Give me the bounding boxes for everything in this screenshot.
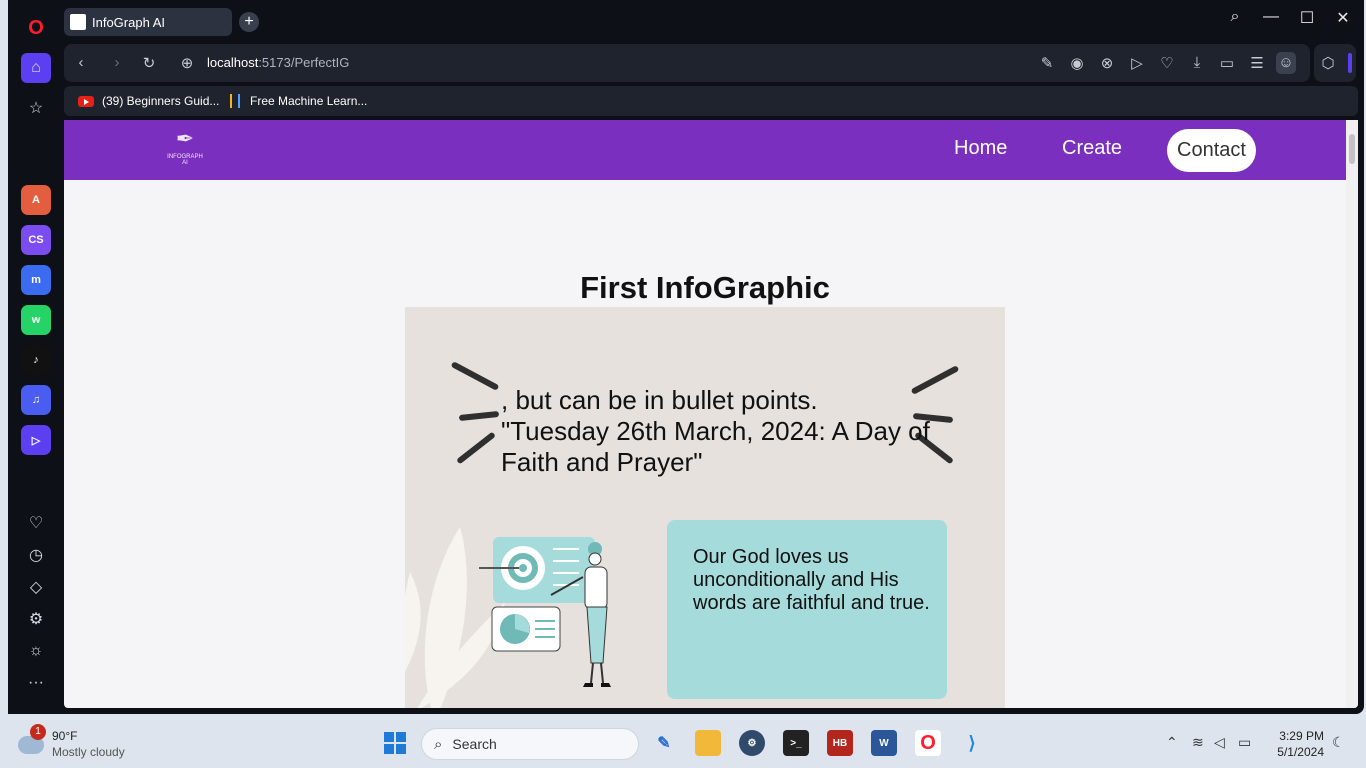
file-explorer-icon[interactable] — [695, 730, 721, 756]
maximize-button[interactable]: ☐ — [1292, 8, 1322, 28]
clock-date: 5/1/2024 — [1277, 745, 1324, 759]
url-text[interactable]: localhost:5173/PerfectIG — [207, 55, 349, 70]
back-icon[interactable]: ‹ — [71, 54, 91, 71]
taskbar-search[interactable]: ⌕ Search — [421, 728, 639, 760]
history-icon[interactable]: ◷ — [21, 540, 51, 570]
nav-create[interactable]: Create — [1062, 137, 1122, 160]
extensions-area[interactable]: ⬡ — [1314, 44, 1356, 82]
opera-sidebar: O ⌂ ☆ A CS m w ♪ ♫ ▷ ♡ ◷ ◇ ⚙ ☼ ··· — [8, 0, 64, 714]
taskbar-clock[interactable]: 3:29 PM 5/1/2024 — [1272, 728, 1324, 760]
aria-icon[interactable]: A — [21, 185, 51, 215]
nav-contact[interactable]: Contact — [1167, 129, 1256, 172]
minimize-button[interactable]: — — [1256, 8, 1286, 26]
page-viewport: ✒ INFOGRAPH AI Home Create Contact First… — [64, 120, 1358, 708]
vscode-icon[interactable]: ⟩ — [959, 730, 985, 756]
adblock-icon[interactable]: ⊗ — [1097, 54, 1117, 72]
infographic-card: , but can be in bullet points. "Tuesday … — [405, 307, 1005, 708]
star-icon[interactable]: ☆ — [21, 93, 51, 123]
burst-line — [458, 410, 500, 422]
tab-favicon-icon — [70, 14, 86, 30]
chatgpt-icon[interactable]: CS — [21, 225, 51, 255]
address-bar[interactable]: ‹ › ↻ ⊕ localhost:5173/PerfectIG ✎ ◉ ⊗ ▷… — [64, 44, 1310, 82]
quote-box: Our God loves us unconditionally and His… — [667, 520, 947, 699]
chevron-up-icon[interactable]: ⌃ — [1166, 734, 1178, 751]
whatsapp-icon[interactable]: w — [21, 305, 51, 335]
logo-subtext: AI — [182, 160, 188, 166]
settings-icon[interactable]: ⚙ — [21, 604, 51, 634]
camera-icon[interactable]: ◉ — [1067, 54, 1087, 72]
tab-title: InfoGraph AI — [92, 14, 165, 30]
bookmark-label: (39) Beginners Guid... — [102, 94, 220, 108]
volume-icon[interactable]: ◁ — [1214, 734, 1225, 751]
pen-app-icon[interactable]: ✎ — [651, 730, 677, 756]
quote-text: Our God loves us unconditionally and His… — [693, 546, 930, 614]
page-scrollbar[interactable] — [1346, 120, 1358, 708]
profile-icon[interactable]: ☺ — [1276, 52, 1296, 74]
bible-app-icon[interactable]: HB — [827, 730, 853, 756]
weather-desc: Mostly cloudy — [52, 745, 125, 759]
reload-icon[interactable]: ↻ — [139, 54, 159, 72]
download-icon[interactable]: ⤓ — [1187, 54, 1207, 71]
messenger-icon[interactable]: m — [21, 265, 51, 295]
cloud-icon: 1 — [18, 724, 46, 754]
weather-temp: 90°F — [52, 729, 78, 743]
search-placeholder: Search — [452, 736, 497, 752]
bookmark-label: Free Machine Learn... — [250, 94, 368, 108]
presenter-illustration — [479, 537, 611, 687]
search-tabs-icon[interactable]: ⌕ — [1220, 8, 1250, 26]
windows-start-icon[interactable] — [384, 732, 406, 754]
burst-line — [456, 431, 496, 465]
scrollbar-thumb[interactable] — [1349, 134, 1355, 164]
opera-logo-icon[interactable]: O — [21, 13, 51, 43]
page-title: First InfoGraphic — [580, 270, 830, 305]
extensions-cube-icon[interactable]: ⬡ — [1318, 54, 1338, 72]
bookmark-youtube[interactable]: (39) Beginners Guid... — [78, 94, 219, 108]
word-icon[interactable]: W — [871, 730, 897, 756]
site-navbar: ✒ INFOGRAPH AI Home Create Contact — [64, 120, 1346, 180]
clock-time: 3:29 PM — [1279, 729, 1324, 743]
more-icon[interactable]: ··· — [21, 668, 51, 698]
url-host: localhost — [207, 55, 259, 70]
close-button[interactable]: ✕ — [1328, 8, 1358, 28]
music-player-icon[interactable]: ♫ — [21, 385, 51, 415]
edit-icon[interactable]: ✎ — [1037, 54, 1057, 72]
youtube-icon — [78, 95, 94, 107]
send-icon[interactable]: ▷ — [1127, 54, 1147, 72]
cube-icon[interactable]: ◇ — [21, 572, 51, 602]
new-tab-button[interactable]: + — [239, 12, 259, 32]
battery-icon[interactable]: ▭ — [1238, 734, 1251, 751]
easy-setup-icon[interactable]: ☰ — [1247, 54, 1267, 72]
heart-icon[interactable]: ♡ — [21, 508, 51, 538]
nav-home[interactable]: Home — [954, 137, 1007, 160]
quill-book-icon: ✒ — [175, 126, 195, 151]
notification-badge: 1 — [30, 724, 46, 740]
tiktok-icon[interactable]: ♪ — [21, 345, 51, 375]
lightbulb-icon[interactable]: ☼ — [21, 636, 51, 666]
forward-icon[interactable]: › — [107, 54, 127, 71]
search-icon: ⌕ — [434, 735, 443, 753]
notifications-moon-icon[interactable]: ☾ — [1332, 734, 1345, 751]
player-icon[interactable]: ▷ — [21, 425, 51, 455]
settings-app-icon[interactable]: ⚙ — [739, 730, 765, 756]
sidebar-toggle-icon[interactable] — [1348, 53, 1352, 73]
site-logo[interactable]: ✒ INFOGRAPH AI — [162, 124, 208, 176]
weather-widget[interactable]: 1 90°F Mostly cloudy — [18, 724, 125, 760]
chart-bars-icon — [230, 94, 240, 108]
tab-infograph[interactable]: InfoGraph AI — [64, 8, 232, 36]
burst-line — [450, 361, 500, 391]
site-info-icon[interactable]: ⊕ — [177, 54, 197, 72]
bookmark-ml[interactable]: Free Machine Learn... — [230, 94, 367, 108]
opera-taskbar-icon[interactable]: O — [915, 730, 941, 756]
home-icon[interactable]: ⌂ — [21, 53, 51, 83]
url-path: :5173/PerfectIG — [258, 55, 350, 70]
wifi-icon[interactable]: ≋ — [1192, 734, 1204, 751]
battery-saver-icon[interactable]: ▭ — [1217, 54, 1237, 72]
bookmark-heart-icon[interactable]: ♡ — [1157, 54, 1177, 72]
terminal-icon[interactable]: >_ — [783, 730, 809, 756]
bookmarks-bar: (39) Beginners Guid... Free Machine Lear… — [64, 86, 1358, 116]
infographic-headline: , but can be in bullet points. "Tuesday … — [501, 385, 930, 477]
windows-taskbar: 1 90°F Mostly cloudy ⌕ Search ✎ ⚙ >_ HB … — [0, 720, 1366, 768]
